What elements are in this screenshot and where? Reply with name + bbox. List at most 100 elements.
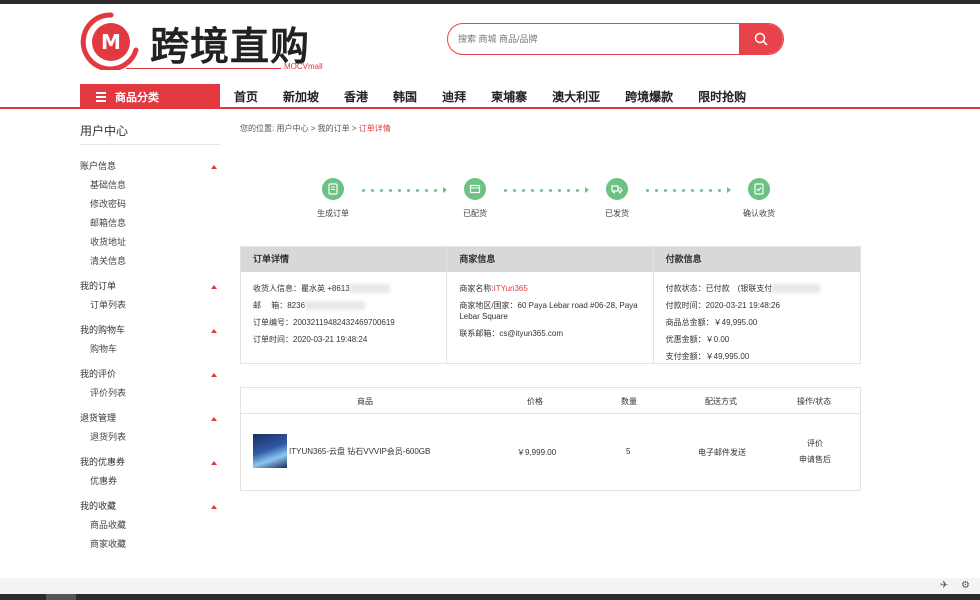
sidebar-group-header[interactable]: 账户信息 xyxy=(80,157,225,176)
collapse-arrow-icon xyxy=(211,373,217,377)
sidebar-group-favorites: 我的收藏 商品收藏 商家收藏 xyxy=(80,497,225,554)
sidebar-group-header[interactable]: 我的评价 xyxy=(80,365,225,384)
search-box xyxy=(447,23,784,55)
gear-icon[interactable]: ⚙ xyxy=(961,580,970,591)
nav-item-flash-sale[interactable]: 限时抢购 xyxy=(698,88,746,105)
order-created-icon xyxy=(322,178,344,200)
sidebar-group-header[interactable]: 我的订单 xyxy=(80,277,225,296)
order-number: 订单编号：20032119482432469700619 xyxy=(253,318,395,327)
product-name[interactable]: ITYUN365-云盘 钻石VVVIP会员-600GB xyxy=(289,446,430,457)
breadcrumb-separator: > xyxy=(310,124,316,133)
receipt-check-icon xyxy=(748,178,770,200)
taskbar-item[interactable] xyxy=(46,594,76,600)
sidebar-link-order-list[interactable]: 订单列表 xyxy=(80,296,225,315)
collapse-arrow-icon xyxy=(211,417,217,421)
sidebar-group-orders: 我的订单 订单列表 xyxy=(80,277,225,315)
after-sale-link[interactable]: 申请售后 xyxy=(799,454,831,465)
merchant-name-line: 商家名称:ITYun365 xyxy=(459,284,528,293)
nav-item-korea[interactable]: 韩国 xyxy=(393,88,417,105)
col-header-shipping: 配送方式 xyxy=(705,397,737,406)
step-allocated: 已配货 xyxy=(435,178,515,219)
sidebar-group-account: 账户信息 基础信息 修改密码 邮箱信息 收货地址 清关信息 xyxy=(80,157,225,271)
sidebar-group-header[interactable]: 我的优惠券 xyxy=(80,453,225,472)
merchant-name-link[interactable]: ITYun365 xyxy=(494,284,528,293)
payment-heading: 付款信息 xyxy=(653,247,860,272)
col-header-price: 价格 xyxy=(527,397,543,406)
step-label: 确认收货 xyxy=(743,209,775,218)
footer-icons: ✈ ⚙ xyxy=(940,580,970,591)
col-header-qty: 数量 xyxy=(621,397,637,406)
breadcrumb-separator: > xyxy=(351,124,357,133)
sidebar-group-header[interactable]: 我的收藏 xyxy=(80,497,225,516)
breadcrumb-prefix: 您的位置: xyxy=(240,124,275,133)
discount-amount: 优惠金额：￥0.00 xyxy=(665,335,730,344)
review-link[interactable]: 评价 xyxy=(807,438,823,449)
shipping-method: 电子邮件发送 xyxy=(698,448,746,457)
goods-table-header: 商品 价格 数量 配送方式 操作/状态 xyxy=(241,388,860,414)
sidebar-link-review-list[interactable]: 评价列表 xyxy=(80,384,225,403)
taskbar xyxy=(0,594,980,600)
product-qty: 5 xyxy=(626,447,631,456)
order-time: 订单时间：2020-03-21 19:48:24 xyxy=(253,335,368,344)
nav-item-australia[interactable]: 澳大利亚 xyxy=(552,88,600,105)
sidebar-group-cart: 我的购物车 购物车 xyxy=(80,321,225,359)
brand-sub: MOCVmall xyxy=(284,62,323,71)
sidebar-link-coupons[interactable]: 优惠券 xyxy=(80,472,225,491)
search-button[interactable] xyxy=(739,24,783,54)
sidebar-link-product-favorites[interactable]: 商品收藏 xyxy=(80,516,225,535)
order-progress: 生成订单 已配货 已发货 确认收货 xyxy=(300,178,800,228)
order-detail-column: 订单详情 收货人信息：瞿水英 +8613 邮 箱：8236 订单编号：20032… xyxy=(241,247,448,363)
sidebar-link-address[interactable]: 收货地址 xyxy=(80,233,225,252)
goods-table: 商品 价格 数量 配送方式 操作/状态 ITYUN365-云盘 钻石VVVIP会… xyxy=(240,387,861,491)
product-price: ￥9,999.00 xyxy=(517,448,557,457)
sidebar-link-email-info[interactable]: 邮箱信息 xyxy=(80,214,225,233)
sidebar-group-coupons: 我的优惠券 优惠券 xyxy=(80,453,225,491)
logo-underline xyxy=(126,68,281,69)
collapse-arrow-icon xyxy=(211,461,217,465)
nav-item-singapore[interactable]: 新加坡 xyxy=(283,88,319,105)
product-thumbnail[interactable] xyxy=(253,434,287,468)
sidebar-group-header[interactable]: 我的购物车 xyxy=(80,321,225,340)
order-info-panel: 订单详情 收货人信息：瞿水英 +8613 邮 箱：8236 订单编号：20032… xyxy=(240,246,861,364)
logo-mark-icon: M xyxy=(80,12,139,70)
sidebar-group-returns: 退货管理 退货列表 xyxy=(80,409,225,447)
nav-item-dubai[interactable]: 迪拜 xyxy=(442,88,466,105)
sidebar-link-return-list[interactable]: 退货列表 xyxy=(80,428,225,447)
receiver-line: 收货人信息：瞿水英 +8613 xyxy=(253,280,434,297)
category-label: 商品分类 xyxy=(115,91,159,104)
category-menu-button[interactable]: 商品分类 xyxy=(80,84,220,109)
nav-item-cambodia[interactable]: 柬埔寨 xyxy=(491,88,527,105)
pay-status-line: 付款状态：已付款 (银联支付 xyxy=(666,280,848,297)
collapse-arrow-icon xyxy=(211,505,217,509)
site-logo[interactable]: M 跨境直购 MOCVmall xyxy=(80,12,330,74)
step-label: 生成订单 xyxy=(317,209,349,218)
table-row: ITYUN365-云盘 钻石VVVIP会员-600GB ￥9,999.00 5 … xyxy=(241,414,860,491)
sidebar-link-cart[interactable]: 购物车 xyxy=(80,340,225,359)
collapse-arrow-icon xyxy=(211,165,217,169)
email-line: 邮 箱：8236 xyxy=(253,297,434,314)
breadcrumb-current: 订单详情 xyxy=(358,124,391,133)
merchant-email: 联系邮箱：cs@ityun365.com xyxy=(459,329,564,338)
breadcrumb-user-center[interactable]: 用户中心 xyxy=(276,124,308,133)
nav-item-hot[interactable]: 跨境爆款 xyxy=(625,88,673,105)
sidebar-link-basic-info[interactable]: 基础信息 xyxy=(80,176,225,195)
logo-letter: M xyxy=(101,30,121,54)
breadcrumb-my-orders[interactable]: 我的订单 xyxy=(318,124,350,133)
rocket-icon[interactable]: ✈ xyxy=(940,580,948,591)
col-header-product: 商品 xyxy=(357,397,373,406)
pay-time: 付款时间：2020-03-21 19:48:26 xyxy=(665,301,780,310)
nav-item-hongkong[interactable]: 香港 xyxy=(344,88,368,105)
collapse-arrow-icon xyxy=(211,329,217,333)
payment-column: 付款信息 付款状态：已付款 (银联支付 付款时间：2020-03-21 19:4… xyxy=(653,247,860,363)
search-icon xyxy=(754,32,768,46)
order-detail-heading: 订单详情 xyxy=(241,247,447,272)
search-input[interactable] xyxy=(448,24,740,54)
sidebar-link-change-password[interactable]: 修改密码 xyxy=(80,195,225,214)
nav-item-home[interactable]: 首页 xyxy=(234,88,258,105)
goods-total: 商品总金额：￥49,995.00 xyxy=(665,318,758,327)
sidebar-link-customs[interactable]: 清关信息 xyxy=(80,252,225,271)
sidebar-group-header[interactable]: 退货管理 xyxy=(80,409,225,428)
sidebar-link-merchant-favorites[interactable]: 商家收藏 xyxy=(80,535,225,554)
merchant-region: 商家地区/国家：60 Paya Lebar road #06-28, Paya … xyxy=(459,301,638,321)
package-icon xyxy=(464,178,486,200)
